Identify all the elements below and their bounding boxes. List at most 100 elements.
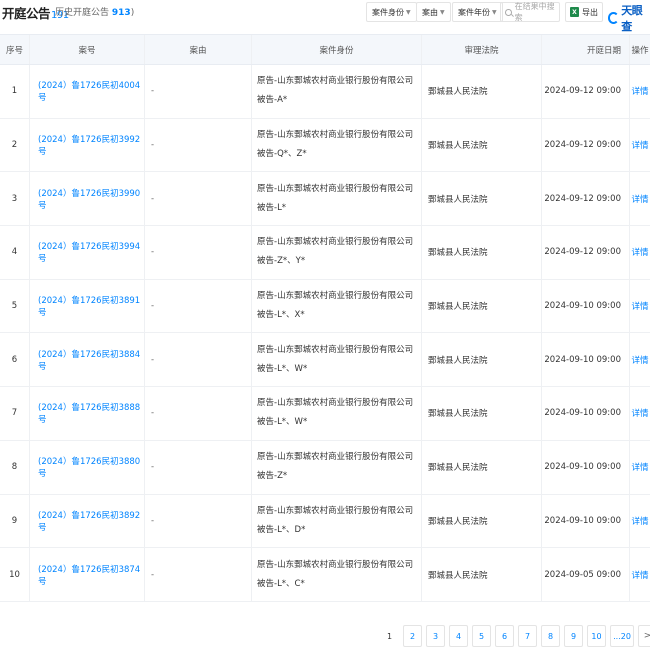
details-link[interactable]: 详情 <box>631 139 648 151</box>
page-button[interactable]: ...20 <box>610 625 634 647</box>
chevron-down-icon: ▼ <box>440 8 445 16</box>
parties-cell: 原告-山东鄄城农村商业银行股份有限公司 被告-L*、C* <box>252 548 422 601</box>
case-number-cell: (2024）鲁1726民初4004号 <box>30 65 145 118</box>
page-button[interactable]: 2 <box>403 625 422 647</box>
case-cause: - <box>151 408 155 419</box>
logo-text: 天眼查 <box>621 4 643 33</box>
page-button[interactable]: 6 <box>495 625 514 647</box>
defendant-text: 被告-Z* <box>257 471 288 482</box>
hearing-date-cell: 2024-09-10 09:00 <box>542 387 630 440</box>
export-button[interactable]: X 导出 <box>565 2 603 22</box>
parties-cell: 原告-山东鄄城农村商业银行股份有限公司 被告-Z*、Y* <box>252 226 422 279</box>
defendant-text: 被告-L* <box>257 202 287 213</box>
page-button[interactable]: 7 <box>518 625 537 647</box>
case-cause: - <box>151 569 155 580</box>
search-input[interactable]: 在结果中搜索 <box>500 2 560 22</box>
table-row: 3 (2024）鲁1726民初3990号 - 原告-山东鄄城农村商业银行股份有限公司被… <box>0 172 650 227</box>
case-cause-cell: - <box>145 172 252 226</box>
next-page-button[interactable]: > <box>638 625 650 647</box>
case-number-link[interactable]: (2024）鲁1726民初4004号 <box>38 79 144 103</box>
history-count[interactable]: 913 <box>112 8 131 18</box>
column-header-parties: 案件身份 <box>252 35 422 64</box>
history-label[interactable]: 历史开庭公告 <box>55 8 109 18</box>
case-number-link[interactable]: (2024）鲁1726民初3891号 <box>38 294 144 318</box>
history-link[interactable]: 历史开庭公告 913) <box>55 5 134 18</box>
action-cell: 详情 <box>630 172 650 225</box>
hearing-table: 序号 案号 案由 案件身份 审理法院 开庭日期 操作 1 (2024）鲁1726民… <box>0 34 650 602</box>
action-cell: 详情 <box>630 119 650 172</box>
case-cause: - <box>151 86 155 97</box>
case-number-cell: (2024）鲁1726民初3990号 <box>30 172 145 226</box>
details-link[interactable]: 详情 <box>631 354 648 366</box>
row-number: 8 <box>0 440 30 494</box>
filter-label: 案件身份 <box>372 7 404 17</box>
parties-cell: 原告-山东鄄城农村商业银行股份有限公司 被告-L*、W* <box>252 333 422 387</box>
case-number-link[interactable]: (2024）鲁1726民初3880号 <box>38 455 144 479</box>
plaintiff-text: 原告-山东鄄城农村商业银行股份有限公司 <box>257 237 414 248</box>
filter-case-year[interactable]: 案件年份 ▼ <box>452 2 503 22</box>
case-cause-cell: - <box>145 118 252 172</box>
case-number-link[interactable]: (2024）鲁1726民初3888号 <box>38 401 144 425</box>
hearing-date-cell: 2024-09-05 09:00 <box>542 548 630 601</box>
case-number-link[interactable]: (2024）鲁1726民初3884号 <box>38 348 144 372</box>
row-number: 6 <box>0 333 30 387</box>
export-label: 导出 <box>582 7 598 17</box>
details-link[interactable]: 详情 <box>631 515 648 527</box>
action-cell: 详情 <box>630 65 650 118</box>
filter-case-identity[interactable]: 案件身份 ▼ <box>366 2 417 22</box>
plaintiff-text: 原告-山东鄄城农村商业银行股份有限公司 <box>257 130 414 141</box>
action-cell: 详情 <box>630 548 650 601</box>
defendant-text: 被告-L*、X* <box>257 310 305 321</box>
page-button[interactable]: 8 <box>541 625 560 647</box>
plaintiff-text: 原告-山东鄄城农村商业银行股份有限公司 <box>257 398 414 409</box>
hearing-date-cell: 2024-09-10 09:00 <box>542 494 630 548</box>
case-number-link[interactable]: (2024）鲁1726民初3874号 <box>38 563 144 587</box>
parties-cell: 原告-山东鄄城农村商业银行股份有限公司 被告-A* <box>252 65 422 118</box>
case-number-link[interactable]: (2024）鲁1726民初3892号 <box>38 509 144 533</box>
details-link[interactable]: 详情 <box>631 569 648 581</box>
hearing-date-cell: 2024-09-10 09:00 <box>542 440 630 494</box>
table-row: 5 (2024）鲁1726民初3891号 - 原告-山东鄄城农村商业银行股份有限公司被… <box>0 279 650 334</box>
details-link[interactable]: 详情 <box>631 193 648 205</box>
case-cause: - <box>151 354 155 365</box>
details-link[interactable]: 详情 <box>631 407 648 419</box>
page-button[interactable]: 9 <box>564 625 583 647</box>
details-link[interactable]: 详情 <box>631 461 648 473</box>
case-cause-cell: - <box>145 279 252 333</box>
page-button[interactable]: 3 <box>426 625 445 647</box>
table-header: 序号 案号 案由 案件身份 审理法院 开庭日期 操作 <box>0 34 650 65</box>
plaintiff-text: 原告-山东鄄城农村商业银行股份有限公司 <box>257 344 414 355</box>
case-number-cell: (2024）鲁1726民初3888号 <box>30 387 145 440</box>
court-cell: 鄄城县人民法院 <box>422 548 542 601</box>
details-link[interactable]: 详情 <box>631 85 648 97</box>
parties-cell: 原告-山东鄄城农村商业银行股份有限公司 被告-L* <box>252 172 422 226</box>
details-link[interactable]: 详情 <box>631 246 648 258</box>
details-link[interactable]: 详情 <box>631 300 648 312</box>
court-cell: 鄄城县人民法院 <box>422 65 542 118</box>
page-title-text: 开庭公告 <box>2 6 51 21</box>
table-row: 2 (2024）鲁1726民初3992号 - 原告-山东鄄城农村商业银行股份有限公司被… <box>0 118 650 173</box>
case-number-cell: (2024）鲁1726民初3884号 <box>30 333 145 387</box>
page-button[interactable]: 5 <box>472 625 491 647</box>
court-cell: 鄄城县人民法院 <box>422 226 542 279</box>
row-number: 3 <box>0 172 30 226</box>
search-icon <box>505 8 512 16</box>
defendant-text: 被告-Z*、Y* <box>257 256 306 267</box>
defendant-text: 被告-L*、W* <box>257 363 308 374</box>
case-number-link[interactable]: (2024）鲁1726民初3992号 <box>38 133 144 157</box>
page-button[interactable]: 1 <box>380 625 399 647</box>
action-cell: 详情 <box>630 495 650 548</box>
case-number-cell: (2024）鲁1726民初3874号 <box>30 548 145 601</box>
case-cause: - <box>151 301 155 312</box>
plaintiff-text: 原告-山东鄄城农村商业银行股份有限公司 <box>257 76 414 87</box>
case-number-link[interactable]: (2024）鲁1726民初3990号 <box>38 187 144 211</box>
filter-case-cause[interactable]: 案由 ▼ <box>416 2 451 22</box>
page-button[interactable]: 4 <box>449 625 468 647</box>
hearing-date-cell: 2024-09-12 09:00 <box>542 172 630 226</box>
hearing-date-cell: 2024-09-10 09:00 <box>542 279 630 333</box>
page-button[interactable]: 10 <box>587 625 606 647</box>
action-cell: 详情 <box>630 387 650 440</box>
chevron-down-icon: ▼ <box>492 8 497 16</box>
row-number: 1 <box>0 65 30 118</box>
case-number-link[interactable]: (2024）鲁1726民初3994号 <box>38 240 144 264</box>
